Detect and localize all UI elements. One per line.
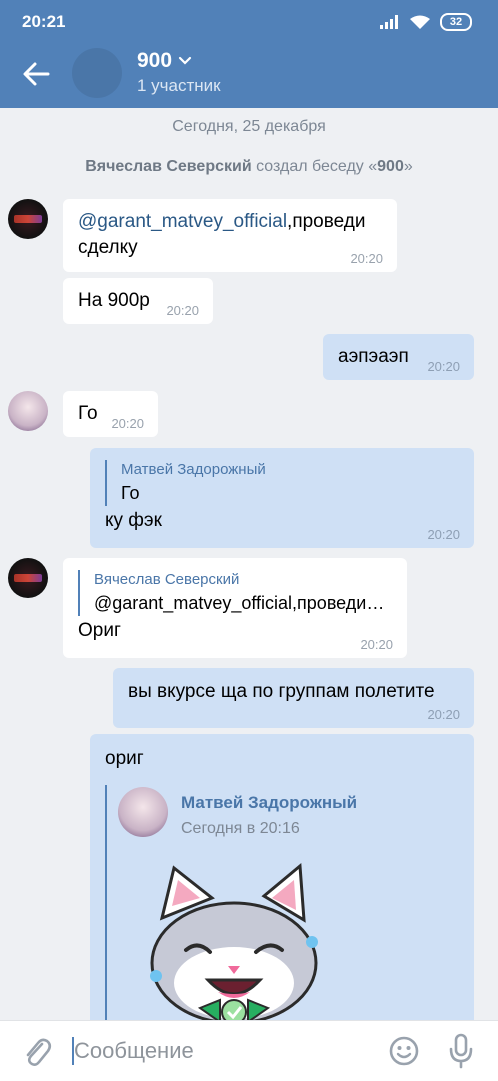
message-text-part: ,проведи [287, 211, 366, 232]
signal-icon [380, 15, 398, 29]
reply-quote[interactable]: Вячеслав Северский @garant_matvey_offici… [78, 570, 392, 616]
message-bubble-outgoing[interactable]: вы вкурсе ща по группам полетите 20:20 [113, 668, 474, 728]
message-bubble-outgoing[interactable]: аэпэаэп 20:20 [323, 334, 474, 380]
message-text: Го [78, 403, 98, 424]
message-time: 20:20 [427, 359, 460, 374]
message-bubble-outgoing[interactable]: Матвей Задорожный Го ку фэк 20:20 [90, 448, 474, 548]
reply-author: Вячеслав Северский [94, 571, 240, 588]
message-text: вы вкурсе ща по группам полетите [128, 681, 435, 702]
forward-avatar[interactable] [118, 787, 168, 837]
status-bar: 20:21 32 [0, 0, 498, 44]
message-bubble-outgoing[interactable]: ориг Матвей Задорожный Сегодня в 20:16 [90, 734, 474, 1035]
system-message: Вячеслав Северский создал беседу «900» [0, 158, 498, 176]
message-bubble[interactable]: Вячеслав Северский @garant_matvey_offici… [63, 558, 407, 658]
message-time: 20:20 [166, 303, 199, 318]
battery-icon: 32 [440, 13, 472, 31]
wifi-icon [410, 15, 430, 29]
message-time: 20:20 [427, 707, 460, 722]
status-icons: 32 [380, 13, 472, 31]
message-time: 20:20 [350, 251, 383, 266]
message-bubble[interactable]: @garant_matvey_official,проведи сделку 2… [63, 199, 397, 272]
message-text: На 900р [78, 290, 150, 311]
avatar[interactable] [8, 558, 48, 598]
status-time: 20:21 [22, 12, 66, 31]
system-chat-name: 900 [377, 158, 404, 175]
reply-quote[interactable]: Матвей Задорожный Го [105, 460, 459, 506]
message-input-bar: Сообщение [0, 1020, 498, 1081]
message-text: Ориг [78, 620, 121, 641]
chat-avatar[interactable] [72, 48, 122, 98]
chat-title-text: 900 [137, 49, 173, 72]
forward-bar [105, 785, 107, 1035]
message-text: ориг [105, 748, 144, 769]
message-text-line: сделку [78, 237, 138, 258]
message-text: аэпэаэп [338, 346, 409, 367]
chat-header: 900 1 участник [0, 44, 498, 108]
forward-time: Сегодня в 20:16 [181, 820, 300, 837]
cat-sticker[interactable] [134, 858, 334, 1028]
mention-link[interactable]: @garant_matvey_official [78, 211, 287, 232]
message-bubble[interactable]: Го 20:20 [63, 391, 158, 437]
message-input[interactable]: Сообщение [74, 1038, 194, 1064]
message-time: 20:20 [360, 637, 393, 652]
reply-text: @garant_matvey_official,проведи… [94, 593, 385, 613]
back-arrow-icon[interactable] [20, 58, 52, 90]
system-author: Вячеслав Северский [85, 158, 252, 175]
reply-text: Го [121, 483, 140, 503]
date-separator: Сегодня, 25 декабря [172, 118, 326, 135]
forward-author[interactable]: Матвей Задорожный [181, 790, 357, 816]
message-time: 20:20 [427, 527, 460, 542]
message-text: ку фэк [105, 510, 162, 531]
system-action: создал беседу « [256, 158, 378, 175]
message-bubble[interactable]: На 900р 20:20 [63, 278, 213, 324]
system-end: » [403, 158, 413, 175]
emoji-icon[interactable] [388, 1035, 420, 1067]
avatar[interactable] [8, 391, 48, 431]
chat-title[interactable]: 900 [137, 49, 192, 73]
avatar[interactable] [8, 199, 48, 239]
chevron-down-icon [178, 56, 192, 65]
reply-author: Матвей Задорожный [121, 461, 266, 478]
message-list[interactable]: Сегодня, 25 декабря Вячеслав Северский с… [0, 108, 498, 1035]
message-time: 20:20 [111, 416, 144, 431]
message-text: @garant_matvey_official,проведи [78, 209, 382, 235]
chat-subtitle: 1 участник [137, 76, 221, 95]
attach-paperclip-icon[interactable] [22, 1035, 52, 1069]
microphone-icon[interactable] [448, 1033, 474, 1069]
